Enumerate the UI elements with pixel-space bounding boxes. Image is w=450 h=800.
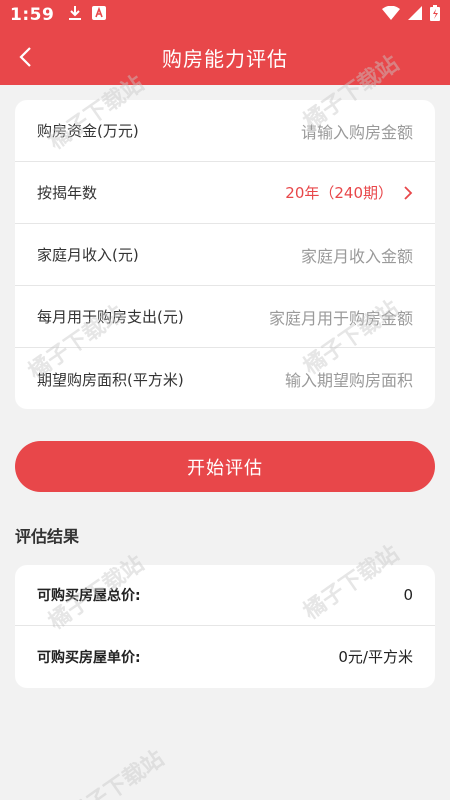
unit-price-row: 可购买房屋单价: 0元/平方米 [15,626,435,687]
page-title: 购房能力评估 [162,47,288,71]
monthly-housing-spend-row[interactable]: 每月用于购房支出(元) 家庭月用于购房金额 [15,286,435,348]
app-a-icon [92,5,107,25]
monthly-income-input[interactable]: 家庭月收入金额 [301,243,413,267]
monthly-income-label: 家庭月收入(元) [37,246,139,264]
expected-area-label: 期望购房面积(平方米) [37,370,184,389]
expected-area-input[interactable]: 输入期望购房面积 [285,367,413,391]
start-evaluation-button[interactable]: 开始评估 [15,441,435,492]
monthly-housing-spend-label: 每月用于购房支出(元) [37,308,184,326]
wifi-icon [382,5,400,25]
expected-area-row[interactable]: 期望购房面积(平方米) 输入期望购房面积 [15,348,435,410]
mortgage-years-selector[interactable]: 20年（240期） [285,182,413,203]
chevron-right-icon [404,185,413,200]
mortgage-years-value: 20年（240期） [285,184,393,202]
unit-price-value: 0元/平方米 [338,648,413,666]
watermark: 橘子下载站 [64,746,169,800]
signal-icon [408,5,422,25]
mortgage-years-row[interactable]: 按揭年数 20年（240期） [15,162,435,224]
back-button[interactable] [10,42,40,72]
mortgage-years-label: 按揭年数 [37,184,98,202]
result-section-title: 评估结果 [15,527,80,546]
form-card: 购房资金(万元) 请输入购房金额 按揭年数 20年（240期） 家庭月收入(元)… [15,100,435,409]
app-bar: 购房能力评估 [0,30,450,85]
monthly-housing-spend-input[interactable]: 家庭月用于购房金额 [269,305,413,329]
chevron-left-icon [19,47,31,67]
purchase-funds-row[interactable]: 购房资金(万元) 请输入购房金额 [15,100,435,162]
total-price-label: 可购买房屋总价: [37,588,141,604]
result-card: 可购买房屋总价: 0 可购买房屋单价: 0元/平方米 [15,565,435,688]
battery-icon [430,4,440,26]
total-price-row: 可购买房屋总价: 0 [15,565,435,626]
purchase-funds-label: 购房资金(万元) [37,122,139,140]
total-price-value: 0 [403,586,413,604]
monthly-income-row[interactable]: 家庭月收入(元) 家庭月收入金额 [15,224,435,286]
status-time: 1:59 [10,5,55,25]
unit-price-label: 可购买房屋单价: [37,649,141,666]
purchase-funds-input[interactable]: 请输入购房金额 [301,119,413,143]
status-bar: 1:59 [0,0,450,30]
download-icon [68,5,82,26]
